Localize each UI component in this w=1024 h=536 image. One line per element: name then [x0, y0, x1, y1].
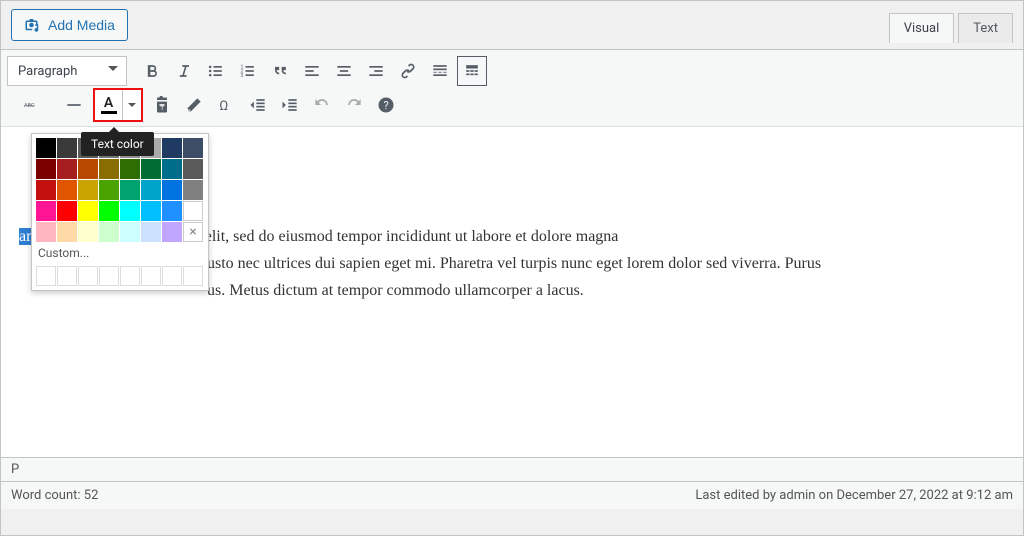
- paste-text-button[interactable]: T: [147, 90, 177, 120]
- color-swatch[interactable]: [78, 201, 98, 221]
- color-swatch[interactable]: [183, 159, 203, 179]
- custom-swatch-empty[interactable]: [78, 266, 98, 286]
- color-swatch[interactable]: [162, 180, 182, 200]
- strikethrough-button[interactable]: ABC: [7, 90, 57, 120]
- add-media-button[interactable]: Add Media: [11, 9, 128, 41]
- italic-button[interactable]: [169, 56, 199, 86]
- color-swatch[interactable]: [78, 159, 98, 179]
- svg-text:?: ?: [384, 99, 389, 112]
- color-swatch[interactable]: [99, 201, 119, 221]
- blockquote-button[interactable]: [265, 56, 295, 86]
- readmore-button[interactable]: [425, 56, 455, 86]
- help-button[interactable]: ?: [371, 90, 401, 120]
- color-swatch[interactable]: [183, 201, 203, 221]
- svg-text:T: T: [160, 106, 164, 112]
- color-swatch[interactable]: [162, 222, 182, 242]
- color-swatch[interactable]: [36, 180, 56, 200]
- text-color-tooltip: Text color: [81, 132, 154, 156]
- word-count: Word count: 52: [11, 488, 98, 503]
- clear-formatting-button[interactable]: [179, 90, 209, 120]
- color-swatch[interactable]: [141, 159, 161, 179]
- no-color-swatch[interactable]: ×: [183, 222, 203, 242]
- color-swatch[interactable]: [99, 159, 119, 179]
- color-swatch[interactable]: [99, 222, 119, 242]
- color-swatch[interactable]: [36, 159, 56, 179]
- color-swatch[interactable]: [57, 159, 77, 179]
- color-swatch[interactable]: [162, 159, 182, 179]
- indent-button[interactable]: [275, 90, 305, 120]
- color-swatch[interactable]: [120, 201, 140, 221]
- status-bar: Word count: 52 Last edited by admin on D…: [1, 481, 1023, 509]
- redo-button[interactable]: [339, 90, 369, 120]
- color-swatch[interactable]: [36, 222, 56, 242]
- numbered-list-button[interactable]: 123: [233, 56, 263, 86]
- color-swatch[interactable]: [162, 201, 182, 221]
- align-left-button[interactable]: [297, 56, 327, 86]
- color-swatch[interactable]: [57, 180, 77, 200]
- custom-swatch-empty[interactable]: [120, 266, 140, 286]
- text-color-dropdown-button[interactable]: [123, 90, 141, 120]
- svg-text:Ω: Ω: [219, 99, 228, 114]
- color-swatch[interactable]: [141, 180, 161, 200]
- custom-swatch-empty[interactable]: [99, 266, 119, 286]
- color-swatch[interactable]: [36, 201, 56, 221]
- align-center-button[interactable]: [329, 56, 359, 86]
- add-media-label: Add Media: [48, 17, 115, 33]
- color-swatch[interactable]: [99, 180, 119, 200]
- color-swatch[interactable]: [78, 180, 98, 200]
- tab-visual[interactable]: Visual: [889, 13, 955, 43]
- toolbar: Paragraph 123 ABC A Text colo: [1, 49, 1023, 127]
- color-swatch[interactable]: [36, 138, 56, 158]
- color-swatch[interactable]: [183, 138, 203, 158]
- outdent-button[interactable]: [243, 90, 273, 120]
- custom-swatch-empty[interactable]: [183, 266, 203, 286]
- color-swatch[interactable]: [120, 222, 140, 242]
- color-swatch[interactable]: [141, 222, 161, 242]
- color-swatch[interactable]: [120, 180, 140, 200]
- align-right-button[interactable]: [361, 56, 391, 86]
- color-picker-panel: × Custom...: [31, 133, 209, 291]
- custom-swatch-empty[interactable]: [162, 266, 182, 286]
- format-select[interactable]: Paragraph: [7, 56, 127, 86]
- last-edited: Last edited by admin on December 27, 202…: [695, 488, 1013, 503]
- custom-color-button[interactable]: Custom...: [36, 242, 204, 264]
- camera-music-icon: [24, 16, 42, 34]
- special-char-button[interactable]: Ω: [211, 90, 241, 120]
- color-swatch[interactable]: [183, 180, 203, 200]
- toolbar-toggle-button[interactable]: [457, 56, 487, 86]
- element-path[interactable]: P: [1, 457, 1023, 481]
- color-swatch[interactable]: [78, 222, 98, 242]
- color-swatch[interactable]: [57, 138, 77, 158]
- color-swatch[interactable]: [57, 222, 77, 242]
- text-color-split-button: A Text color: [93, 88, 143, 122]
- svg-text:3: 3: [241, 73, 244, 79]
- custom-swatch-empty[interactable]: [141, 266, 161, 286]
- letter-a-icon: A: [104, 96, 113, 110]
- color-swatch[interactable]: [120, 159, 140, 179]
- svg-text:ABC: ABC: [24, 103, 35, 109]
- bold-button[interactable]: [137, 56, 167, 86]
- link-button[interactable]: [393, 56, 423, 86]
- hr-button[interactable]: [59, 90, 89, 120]
- text-color-button[interactable]: A: [95, 90, 123, 120]
- tab-text[interactable]: Text: [958, 13, 1013, 43]
- color-swatch[interactable]: [162, 138, 182, 158]
- custom-swatch-empty[interactable]: [36, 266, 56, 286]
- bullet-list-button[interactable]: [201, 56, 231, 86]
- color-swatch[interactable]: [141, 201, 161, 221]
- undo-button[interactable]: [307, 90, 337, 120]
- color-swatch[interactable]: [57, 201, 77, 221]
- custom-swatch-empty[interactable]: [57, 266, 77, 286]
